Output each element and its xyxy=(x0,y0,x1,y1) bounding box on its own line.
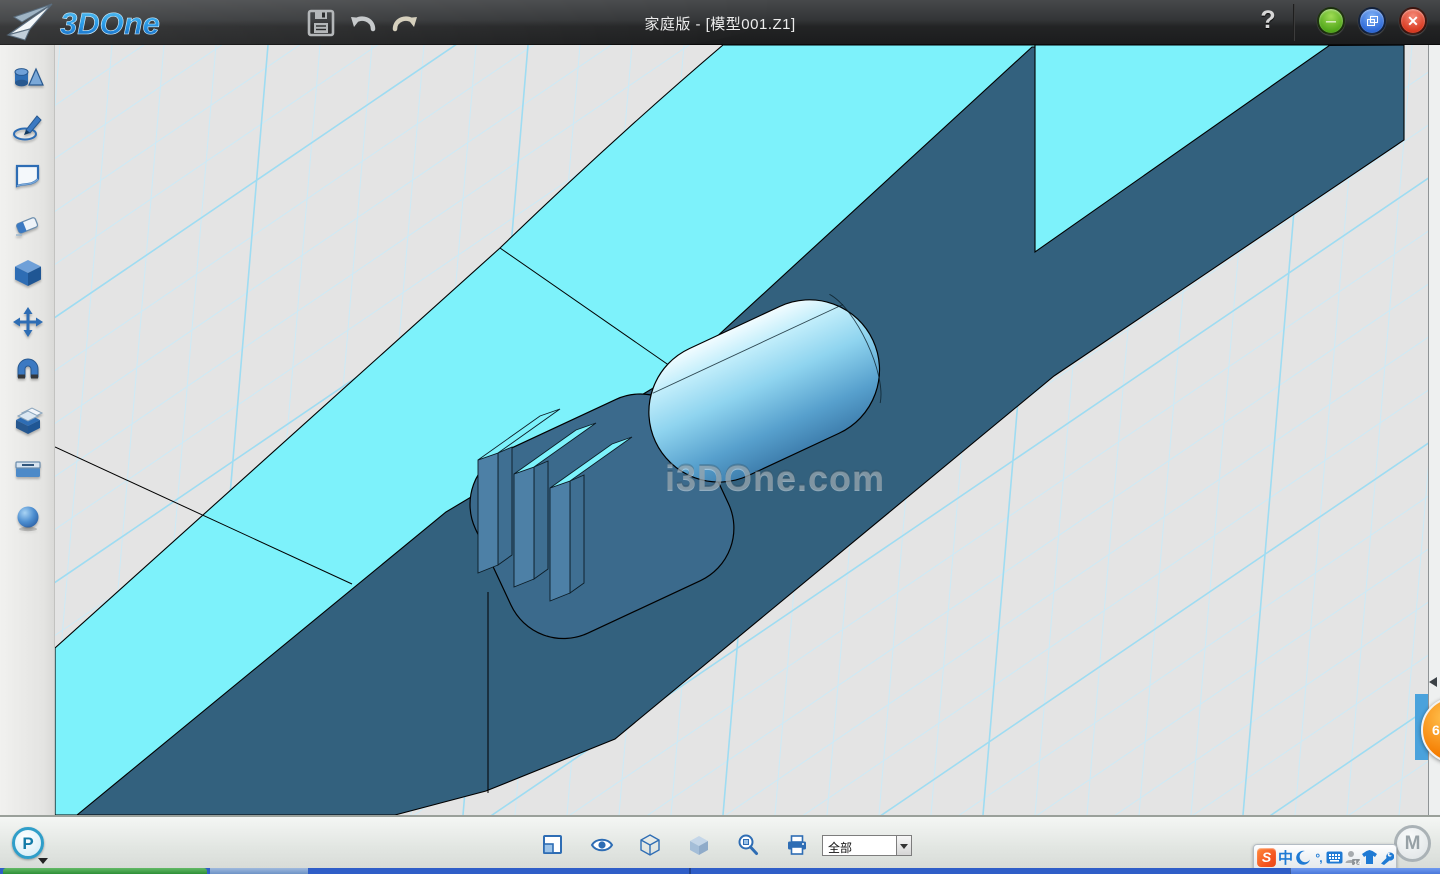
toolbox-drawer-icon[interactable] xyxy=(12,453,44,485)
m-badge-button[interactable]: M xyxy=(1394,825,1431,862)
ime-mode-chinese[interactable]: 中 xyxy=(1277,848,1294,867)
restore-icon xyxy=(1367,17,1378,26)
fullwidth-moon-icon[interactable] xyxy=(1295,848,1311,867)
restore-button[interactable] xyxy=(1358,7,1386,35)
eraser-edit-icon[interactable] xyxy=(12,209,44,241)
special-feature-stack-icon[interactable] xyxy=(12,404,44,436)
sogou-logo-icon[interactable]: S xyxy=(1257,848,1276,867)
soft-keyboard-icon[interactable] xyxy=(1326,848,1343,867)
visibility-eye-icon[interactable] xyxy=(590,833,614,857)
plane-badge-button[interactable]: P xyxy=(12,827,44,859)
user-count-icon[interactable]: 14 xyxy=(1344,848,1360,867)
status-toolbar: P 全部 M xyxy=(0,815,1440,868)
taskbar-systray-segment[interactable] xyxy=(1290,868,1440,874)
material-sphere-icon[interactable] xyxy=(12,502,44,534)
titlebar: 3DOne 家庭版 - [模型001.Z1] ? ─ ✕ xyxy=(0,0,1440,45)
sketch-plane-icon[interactable] xyxy=(12,160,44,192)
display-filter-dropdown[interactable]: 全部 xyxy=(822,835,912,856)
taskbar-active-app-segment[interactable] xyxy=(210,868,308,874)
user-count-value: 14 xyxy=(1354,860,1361,867)
primitive-shapes-icon[interactable] xyxy=(12,62,44,94)
move-transform-icon[interactable] xyxy=(12,306,44,338)
display-filter-value[interactable]: 全部 xyxy=(822,835,896,856)
punctuation-mode-icon[interactable]: °, xyxy=(1312,848,1325,867)
watermark: i3DOne.com xyxy=(585,457,965,499)
scene-3d xyxy=(55,45,1428,815)
sketch-pen-icon[interactable] xyxy=(12,111,44,143)
window-title: 家庭版 - [模型001.Z1] xyxy=(0,13,1440,34)
print-icon[interactable] xyxy=(785,833,809,857)
left-toolbar xyxy=(0,45,55,815)
shaded-cube-icon[interactable] xyxy=(687,833,711,857)
settings-wrench-icon[interactable] xyxy=(1379,848,1394,867)
titlebar-separator xyxy=(1293,4,1295,41)
viewport-layout-icon[interactable] xyxy=(541,833,565,857)
zoom-search-icon[interactable] xyxy=(736,833,760,857)
skin-shirt-icon[interactable] xyxy=(1361,848,1378,867)
dropdown-arrow-button[interactable] xyxy=(896,835,912,856)
os-taskbar-sliver[interactable] xyxy=(0,868,1440,874)
taskbar-start-segment[interactable] xyxy=(3,868,207,874)
ime-toolbar: S 中 °, 14 xyxy=(1253,844,1397,871)
close-button[interactable]: ✕ xyxy=(1399,7,1427,35)
taskbar-separator xyxy=(689,868,691,874)
magnet-constraint-icon[interactable] xyxy=(12,355,44,387)
solid-cube-icon[interactable] xyxy=(12,257,44,289)
plane-badge-caret-icon[interactable] xyxy=(38,858,48,864)
wireframe-cube-icon[interactable] xyxy=(638,833,662,857)
help-button[interactable]: ? xyxy=(1252,6,1284,38)
viewport-canvas[interactable]: i3DOne.com 49.269 mm xyxy=(55,45,1428,815)
panel-collapse-arrow-icon[interactable] xyxy=(1429,677,1437,687)
minimize-button[interactable]: ─ xyxy=(1317,7,1345,35)
right-panel-strip xyxy=(1428,45,1440,815)
